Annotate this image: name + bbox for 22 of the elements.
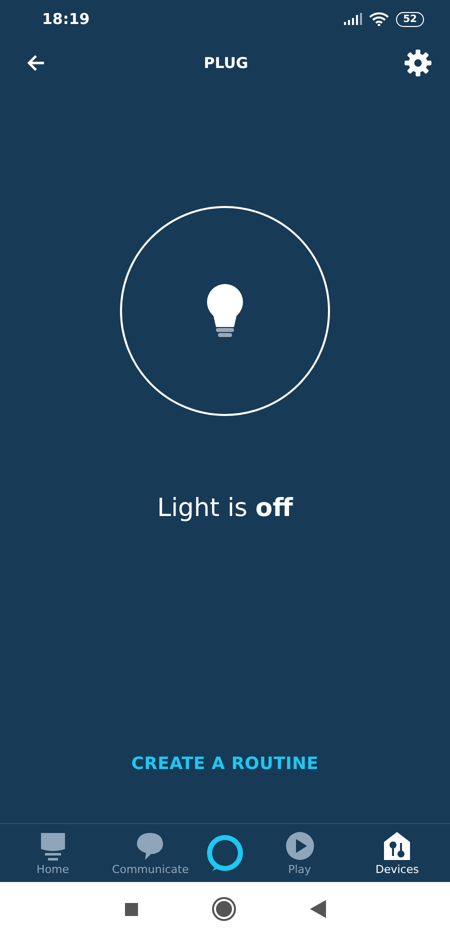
status-time: 18:19 <box>42 10 90 28</box>
home-icon <box>38 830 67 860</box>
light-bulb-icon <box>205 283 245 339</box>
power-toggle[interactable] <box>120 206 330 416</box>
back-nav-button[interactable] <box>310 900 326 918</box>
play-icon <box>284 830 315 860</box>
nav-tab[interactable]: Play <box>256 830 343 876</box>
wifi-icon <box>369 12 390 26</box>
nav-tab[interactable]: Devices <box>354 830 440 876</box>
signal-icon <box>344 13 362 25</box>
nav-tab[interactable]: Communicate <box>107 830 194 876</box>
voice-assistant-button[interactable] <box>204 833 245 873</box>
settings-button[interactable] <box>404 49 432 77</box>
page-title: PLUG <box>204 54 248 72</box>
house-icon <box>382 830 412 860</box>
nav-tab[interactable]: Home <box>10 830 96 876</box>
create-routine-link[interactable]: CREATE A ROUTINE <box>131 754 319 774</box>
recent-apps-button[interactable] <box>124 902 138 916</box>
device-status: Light is off <box>157 492 293 524</box>
battery-indicator: 52 <box>396 12 424 26</box>
home-button[interactable] <box>216 901 232 917</box>
speech-bubble-icon <box>135 830 166 860</box>
